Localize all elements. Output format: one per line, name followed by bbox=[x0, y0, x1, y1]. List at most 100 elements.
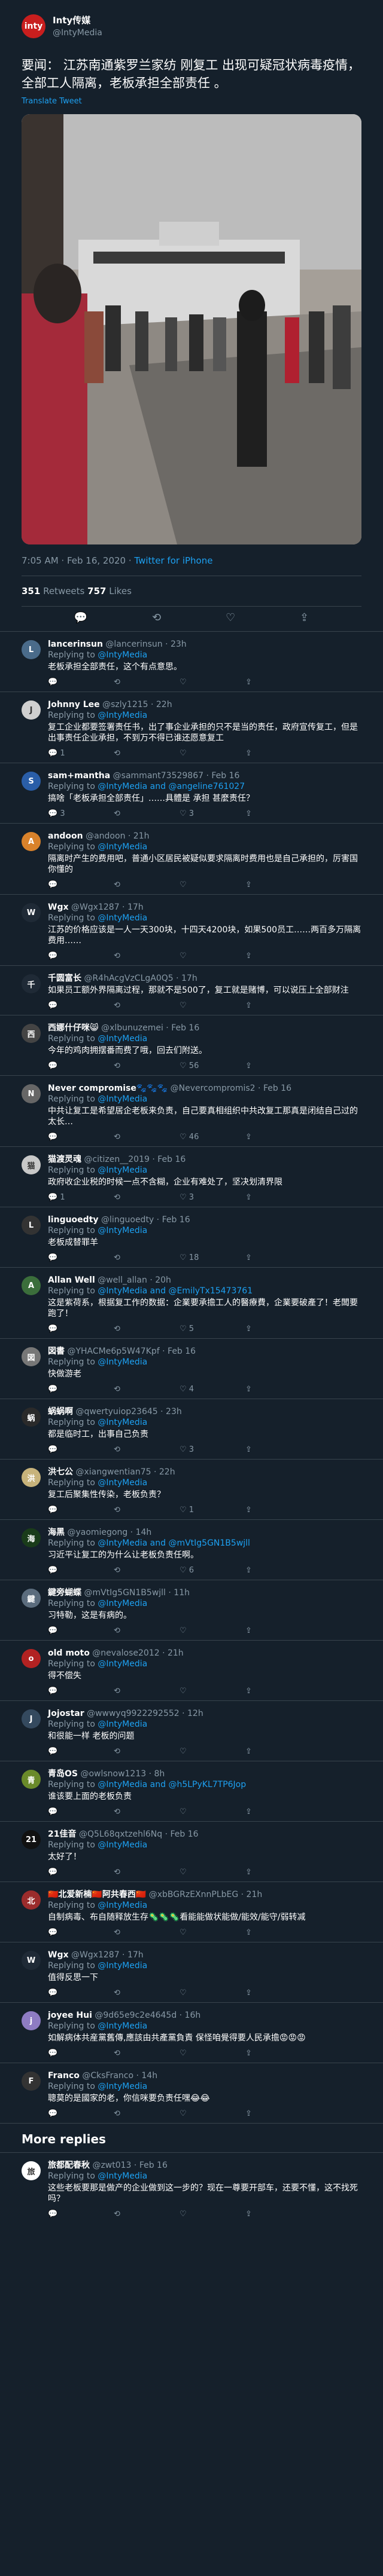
share-action[interactable]: ⇪ bbox=[245, 1565, 311, 1576]
reply-avatar[interactable]: W bbox=[22, 903, 41, 922]
reply-action[interactable]: 💬 bbox=[48, 1324, 114, 1335]
reply-author-name[interactable]: linguoedty bbox=[48, 1215, 99, 1225]
reply-icon[interactable]: 💬 bbox=[48, 1133, 57, 1142]
reply-handle[interactable]: @xbBGRzEXnnPLbEG · 21h bbox=[149, 1890, 263, 1899]
replying-to-handle[interactable]: @IntyMedia bbox=[98, 842, 147, 852]
heart-icon[interactable]: ♡ bbox=[180, 1133, 189, 1142]
reply-icon[interactable]: 💬 bbox=[48, 952, 57, 960]
reply-avatar[interactable]: 猫 bbox=[22, 1155, 41, 1174]
reply-author-name[interactable]: joyee Hui bbox=[48, 2011, 92, 2020]
retweet-action[interactable]: ⟲ bbox=[114, 1807, 180, 1818]
retweet-action[interactable]: ⟲ bbox=[114, 1746, 180, 1757]
retweet-action[interactable]: ⟲ bbox=[114, 1384, 180, 1395]
retweet-icon[interactable]: ⟲ bbox=[114, 1193, 120, 1202]
replying-to-handle[interactable]: @IntyMedia and @EmilyTx15473761 bbox=[98, 1286, 253, 1296]
heart-action[interactable]: ♡ bbox=[180, 1807, 245, 1818]
share-icon[interactable]: ⇪ bbox=[245, 809, 252, 818]
heart-action[interactable]: ♡ bbox=[180, 1001, 245, 1011]
reply-avatar[interactable]: 青 bbox=[22, 1770, 41, 1789]
reply-handle[interactable]: @YHACMe6p5W47Kpf · Feb 16 bbox=[67, 1347, 196, 1356]
share-icon[interactable]: ⇪ bbox=[245, 2049, 252, 2058]
retweet-action[interactable]: ⟲ bbox=[114, 1988, 180, 1999]
reply-icon[interactable]: 💬 bbox=[48, 1566, 57, 1575]
reply-action[interactable]: 💬 bbox=[48, 2109, 114, 2119]
heart-action[interactable]: ♡ 4 bbox=[180, 1384, 245, 1395]
share-action[interactable]: ⇪ bbox=[245, 1445, 311, 1455]
reply-author-name[interactable]: 洪七公 bbox=[48, 1467, 73, 1477]
author-handle[interactable]: @IntyMedia bbox=[53, 28, 102, 38]
retweet-count[interactable]: 351 bbox=[22, 586, 40, 596]
replying-to-handle[interactable]: @IntyMedia bbox=[98, 2021, 147, 2031]
heart-action[interactable]: ♡ 56 bbox=[180, 1061, 245, 1072]
reply-author-name[interactable]: Jojostar bbox=[48, 1709, 84, 1718]
heart-action[interactable]: ♡ 3 bbox=[180, 809, 245, 819]
reply-avatar[interactable]: 21 bbox=[22, 1830, 41, 1849]
reply-handle[interactable]: @Nevercompromis2 · Feb 16 bbox=[171, 1084, 291, 1093]
reply-author-name[interactable]: 千圆富长 bbox=[48, 974, 81, 983]
retweet-action[interactable]: ⟲ bbox=[114, 2048, 180, 2059]
retweet-icon[interactable]: ⟲ bbox=[152, 611, 161, 624]
heart-icon[interactable]: ♡ bbox=[180, 678, 187, 687]
replying-to-handle[interactable]: @IntyMedia bbox=[98, 1961, 147, 1971]
heart-icon[interactable]: ♡ bbox=[180, 1324, 189, 1333]
reply-handle[interactable]: @szly1215 · 22h bbox=[102, 700, 172, 709]
share-action[interactable]: ⇪ bbox=[245, 2048, 311, 2059]
reply-icon[interactable]: 💬 bbox=[48, 1253, 57, 1262]
retweet-action[interactable]: ⟲ bbox=[114, 1324, 180, 1335]
retweet-action[interactable]: ⟲ bbox=[114, 951, 180, 962]
retweet-action[interactable]: ⟲ bbox=[114, 1565, 180, 1576]
reply-handle[interactable]: @sammant73529867 · Feb 16 bbox=[113, 771, 240, 781]
reply-action[interactable]: 💬 bbox=[48, 951, 114, 962]
reply-action[interactable]: 💬 bbox=[48, 1565, 114, 1576]
replying-to-handle[interactable]: @IntyMedia bbox=[98, 1720, 147, 1729]
share-action[interactable]: ⇪ bbox=[245, 1807, 311, 1818]
retweet-icon[interactable]: ⟲ bbox=[114, 1253, 120, 1262]
reply-avatar[interactable]: L bbox=[22, 640, 41, 659]
reply-handle[interactable]: @citizen__2019 · Feb 16 bbox=[84, 1155, 186, 1164]
share-action[interactable]: ⇪ bbox=[245, 1626, 311, 1636]
retweet-icon[interactable]: ⟲ bbox=[114, 1747, 120, 1756]
reply-tweet[interactable]: Ssam+mantha @sammant73529867 · Feb 16 Rep… bbox=[0, 763, 383, 823]
reply-avatar[interactable]: 旅 bbox=[22, 2161, 41, 2180]
heart-action[interactable]: ♡ bbox=[180, 2209, 245, 2220]
share-action[interactable]: ⇪ bbox=[245, 1324, 311, 1335]
heart-action[interactable]: ♡ bbox=[180, 748, 245, 759]
reply-action[interactable]: 💬 bbox=[48, 1807, 114, 1818]
reply-tweet[interactable]: 北 🇨🇳北爱新楠🇨🇳阿共春西🇨🇳 @xbBGRzEXnnPLbEG · 21h Re… bbox=[0, 1881, 383, 1942]
share-icon[interactable]: ⇪ bbox=[245, 1506, 252, 1515]
heart-icon[interactable]: ♡ bbox=[180, 749, 187, 758]
reply-author-name[interactable]: 青岛OS bbox=[48, 1769, 78, 1779]
heart-icon[interactable]: ♡ bbox=[180, 1061, 189, 1070]
share-action[interactable]: ⇪ bbox=[245, 748, 311, 759]
retweet-action[interactable]: ⟲ bbox=[114, 1445, 180, 1455]
retweet-action[interactable]: ⟲ bbox=[114, 1505, 180, 1516]
reply-handle[interactable]: @wwwyq9922292552 · 12h bbox=[87, 1709, 203, 1718]
replying-to-handle[interactable]: @IntyMedia bbox=[98, 2082, 147, 2091]
reply-author-name[interactable]: Allan Well bbox=[48, 1275, 95, 1285]
share-icon[interactable]: ⇪ bbox=[245, 1385, 252, 1394]
reply-avatar[interactable]: L bbox=[22, 1216, 41, 1235]
heart-icon[interactable]: ♡ bbox=[180, 1253, 189, 1262]
retweet-icon[interactable]: ⟲ bbox=[114, 1445, 120, 1454]
retweet-action[interactable]: ⟲ bbox=[114, 880, 180, 891]
reply-tweet[interactable]: W Wgx @Wgx1287 · 17h Replying to @IntyMedi… bbox=[0, 894, 383, 965]
heart-action[interactable]: ♡ bbox=[180, 2048, 245, 2059]
share-icon[interactable]: ⇪ bbox=[245, 1868, 252, 1877]
reply-action[interactable]: 💬 bbox=[48, 1132, 114, 1143]
reply-author-name[interactable]: 蜗蜗啊 bbox=[48, 1407, 73, 1417]
reply-tweet[interactable]: o old moto @nevalose2012 · 21h Replying to… bbox=[0, 1640, 383, 1700]
reply-handle[interactable]: @linguoedty · Feb 16 bbox=[101, 1215, 190, 1225]
like-count[interactable]: 757 bbox=[87, 586, 106, 596]
reply-avatar[interactable]: W bbox=[22, 1951, 41, 1970]
replying-to-handle[interactable]: @IntyMedia bbox=[98, 1659, 147, 1669]
retweet-icon[interactable]: ⟲ bbox=[114, 1807, 120, 1816]
replying-to-handle[interactable]: @IntyMedia and @mVtIg5GN1B5wjll bbox=[98, 1538, 250, 1548]
reply-icon[interactable]: 💬 bbox=[48, 1061, 57, 1070]
reply-avatar[interactable]: 蜗 bbox=[22, 1408, 41, 1427]
reply-author-name[interactable]: 鍵旁蝴蝶 bbox=[48, 1588, 81, 1598]
heart-action[interactable]: ♡ 6 bbox=[180, 1565, 245, 1576]
retweet-icon[interactable]: ⟲ bbox=[114, 1626, 120, 1635]
share-action[interactable]: ⇪ bbox=[245, 809, 311, 819]
share-action[interactable]: ⇪ bbox=[245, 951, 311, 962]
reply-icon[interactable]: 💬 bbox=[48, 2210, 57, 2219]
